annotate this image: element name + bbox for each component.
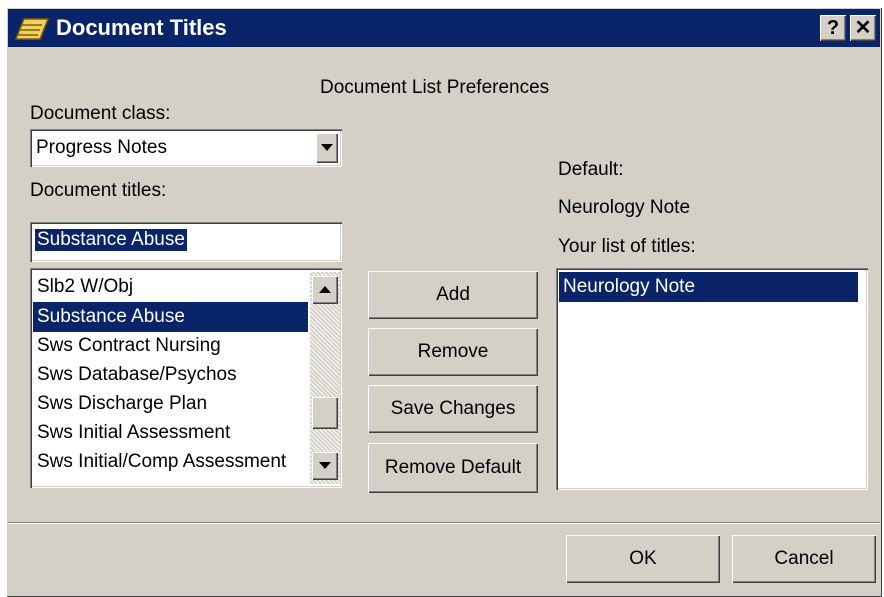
remove-default-button[interactable]: Remove Default: [368, 443, 538, 493]
default-label: Default:: [558, 159, 624, 180]
document-titles-list[interactable]: Slb2 W/Obj Substance Abuse Sws Contract …: [30, 268, 342, 488]
document-class-dropdown-button[interactable]: [316, 133, 338, 163]
list-item[interactable]: Sws Discharge Plan: [33, 389, 308, 419]
document-class-label: Document class:: [30, 103, 171, 124]
notebook-icon: [14, 17, 54, 41]
document-class-select[interactable]: Progress Notes: [30, 129, 342, 167]
list-item[interactable]: Substance Abuse: [33, 302, 308, 332]
remove-button[interactable]: Remove: [368, 328, 538, 376]
scroll-down-button[interactable]: [312, 452, 338, 480]
close-button[interactable]: ✕: [850, 15, 876, 41]
document-title-input[interactable]: Substance Abuse: [30, 222, 342, 262]
vertical-scrollbar[interactable]: [310, 272, 340, 484]
your-titles-list[interactable]: Neurology Note: [556, 268, 868, 490]
help-button[interactable]: ?: [820, 15, 846, 41]
document-titles-dialog: Document Titles ? ✕ Document List Prefer…: [6, 7, 882, 597]
footer-separator: [8, 522, 880, 524]
scroll-up-button[interactable]: [312, 276, 338, 304]
list-item[interactable]: Sws Database/Psychos: [33, 360, 308, 390]
your-list-label: Your list of titles:: [558, 236, 696, 257]
document-title-input-value: Substance Abuse: [35, 229, 187, 251]
scroll-thumb[interactable]: [312, 397, 338, 429]
default-value: Neurology Note: [558, 197, 691, 218]
cancel-button[interactable]: Cancel: [732, 535, 876, 583]
document-class-value: Progress Notes: [36, 137, 167, 158]
ok-button[interactable]: OK: [566, 535, 720, 583]
document-titles-label: Document titles:: [30, 180, 167, 201]
list-item[interactable]: Sws Contract Nursing: [33, 331, 308, 361]
title-bar[interactable]: Document Titles ? ✕: [8, 9, 880, 47]
list-item[interactable]: Sws Initial Assessment: [33, 418, 308, 448]
list-item[interactable]: Sws Initial/Comp Assessment: [33, 447, 308, 477]
add-button[interactable]: Add: [368, 271, 538, 319]
list-item[interactable]: Neurology Note: [559, 272, 858, 302]
window-title: Document Titles: [56, 15, 227, 40]
save-changes-button[interactable]: Save Changes: [368, 385, 538, 433]
preferences-heading: Document List Preferences: [320, 77, 550, 98]
list-item[interactable]: Slb2 W/Obj: [33, 272, 308, 302]
